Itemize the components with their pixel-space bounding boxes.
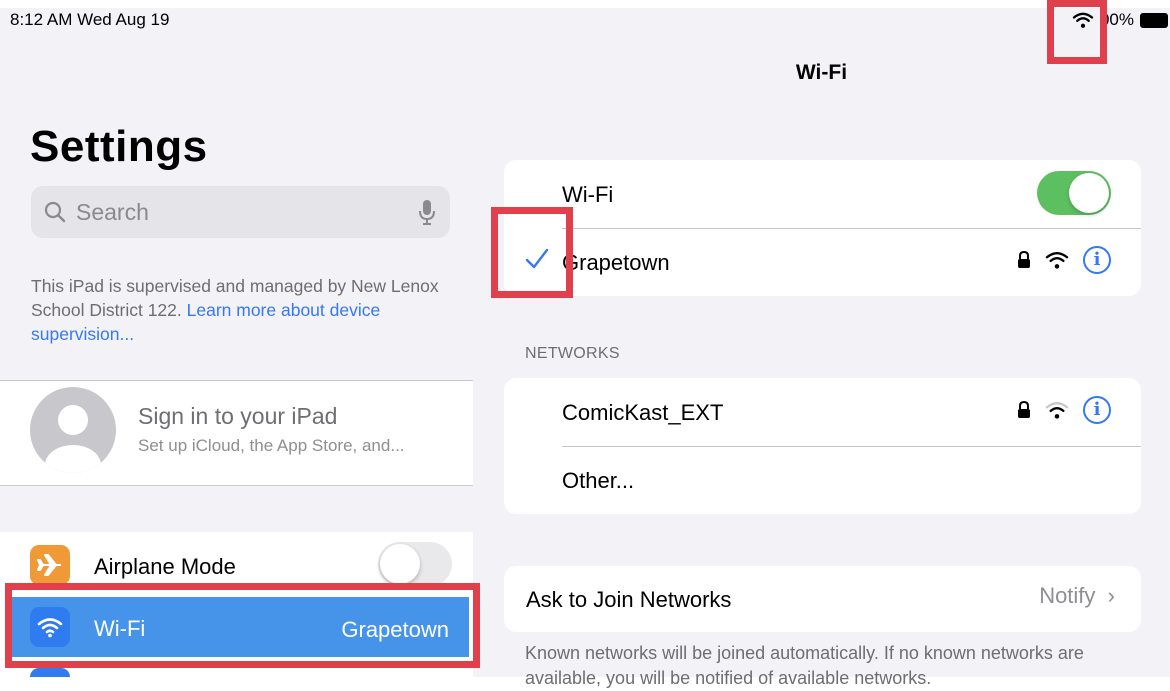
account-signin-row[interactable]: Sign in to your iPad Set up iCloud, the … xyxy=(0,381,473,485)
search-icon xyxy=(44,201,66,223)
networks-section-header: NETWORKS xyxy=(525,345,620,362)
search-input[interactable]: Search xyxy=(76,199,149,226)
highlight-box-status-wifi xyxy=(1047,0,1107,64)
ask-to-join-label: Ask to Join Networks xyxy=(526,587,732,612)
sidebar-title: Settings xyxy=(30,122,208,171)
wifi-toggle[interactable] xyxy=(1037,171,1111,215)
network-name: Other... xyxy=(562,468,635,493)
network-row[interactable]: ComicKast_EXT i xyxy=(504,378,1141,446)
account-title: Sign in to your iPad xyxy=(138,403,338,429)
wifi-toggle-label: Wi-Fi xyxy=(562,182,614,207)
ask-to-join-footer: Known networks will be joined automatica… xyxy=(525,643,1084,688)
chevron-right-icon: › xyxy=(1107,583,1115,608)
wifi-icon xyxy=(1045,252,1069,269)
account-subtitle: Set up iCloud, the App Store, and... xyxy=(138,436,405,455)
info-icon[interactable]: i xyxy=(1083,246,1111,274)
network-row-connected[interactable]: Grapetown i xyxy=(504,228,1141,296)
ask-to-join-card: Ask to Join Networks Notify › xyxy=(504,566,1141,632)
highlight-box-checkmark xyxy=(491,207,573,298)
lock-icon xyxy=(1018,251,1030,268)
wifi-icon xyxy=(1045,402,1069,419)
ask-to-join-row[interactable]: Ask to Join Networks Notify › xyxy=(504,566,1141,632)
airplane-icon xyxy=(30,545,70,585)
search-bar[interactable]: Search xyxy=(31,186,450,238)
status-time: 8:12 AM Wed Aug 19 xyxy=(10,10,170,29)
status-bar-band xyxy=(0,0,1170,8)
bluetooth-icon xyxy=(30,668,70,677)
page-title: Wi-Fi xyxy=(795,61,848,84)
ask-to-join-value: Notify › xyxy=(1039,583,1115,608)
supervision-notice: This iPad is supervised and managed by N… xyxy=(31,274,451,346)
avatar xyxy=(30,387,116,473)
network-row-other[interactable]: Other... xyxy=(504,446,1141,514)
wifi-toggle-row: Wi-Fi xyxy=(504,160,1141,228)
person-icon xyxy=(45,405,101,473)
wifi-card: Wi-Fi Grapetown i xyxy=(504,160,1141,296)
battery-icon xyxy=(1140,12,1168,28)
sidebar-item-label: Airplane Mode xyxy=(94,554,236,579)
networks-card: ComicKast_EXT i Other... xyxy=(504,378,1141,514)
settings-sidebar: Settings Search This iPad is supervised … xyxy=(0,0,473,677)
highlight-box-wifi-row xyxy=(5,583,480,668)
airplane-mode-toggle[interactable] xyxy=(378,542,452,586)
section-divider xyxy=(0,485,473,486)
wifi-detail-pane: Wi-Fi Wi-Fi Grapetown i NETWORKS ComicKa… xyxy=(473,0,1170,688)
info-icon[interactable]: i xyxy=(1083,396,1111,424)
lock-icon xyxy=(1018,401,1030,418)
network-name: ComicKast_EXT xyxy=(562,400,724,425)
network-status-icons: i xyxy=(1017,394,1111,426)
network-name: Grapetown xyxy=(562,250,670,275)
mic-icon[interactable] xyxy=(418,199,436,226)
network-status-icons: i xyxy=(1017,244,1111,276)
